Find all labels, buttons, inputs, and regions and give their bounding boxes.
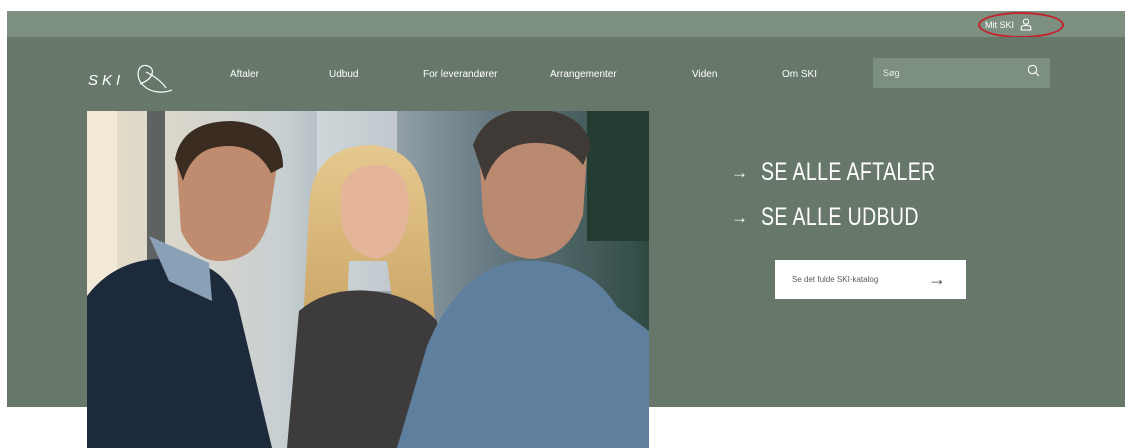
mit-ski-link[interactable]: Mit SKI: [985, 15, 1032, 35]
nav-item-udbud[interactable]: Udbud: [329, 69, 358, 80]
search-box: [873, 58, 1050, 88]
nav-item-viden[interactable]: Viden: [692, 69, 717, 80]
mit-ski-label: Mit SKI: [985, 20, 1015, 30]
nav-item-arrangementer[interactable]: Arrangementer: [550, 69, 617, 80]
logo-text: SKI: [88, 71, 125, 89]
arrow-right-icon: →: [928, 269, 946, 289]
site: Mit SKI SKI Aftaler Udbud For leverandør…: [7, 11, 1125, 448]
arrow-right-icon: →: [731, 162, 748, 182]
user-icon: [1020, 17, 1032, 33]
see-all-tenders-link[interactable]: → SE ALLE UDBUD: [731, 203, 963, 232]
nav-item-aftaler[interactable]: Aftaler: [230, 69, 259, 80]
hero-photo: [87, 111, 649, 448]
full-catalog-button[interactable]: Se det fulde SKI-katalog →: [775, 260, 966, 299]
see-all-agreements-link[interactable]: → SE ALLE AFTALER: [731, 158, 985, 187]
see-all-tenders-label: SE ALLE UDBUD: [761, 203, 919, 231]
catalog-button-label: Se det fulde SKI-katalog: [792, 275, 879, 284]
search-icon[interactable]: [1027, 64, 1040, 82]
nav-item-for-leverandorer[interactable]: For leverandører: [423, 69, 497, 80]
logo-mark-icon: [132, 62, 176, 99]
see-all-agreements-label: SE ALLE AFTALER: [761, 158, 936, 186]
arrow-right-icon: →: [731, 207, 748, 227]
search-input[interactable]: [883, 68, 1027, 78]
top-utility-bar: Mit SKI: [7, 11, 1125, 38]
nav-item-om-ski[interactable]: Om SKI: [782, 69, 817, 80]
ski-logo[interactable]: SKI: [88, 64, 176, 95]
